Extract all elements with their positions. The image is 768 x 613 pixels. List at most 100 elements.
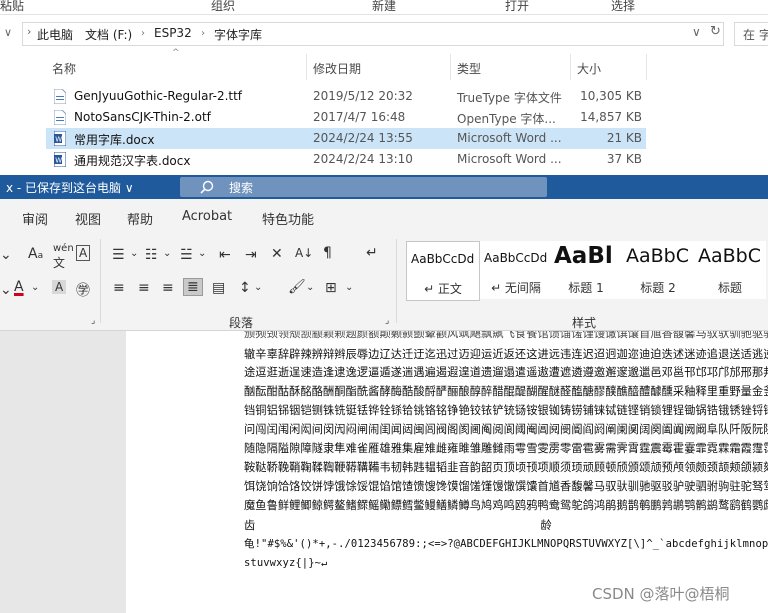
character-border-icon[interactable]: A: [76, 245, 91, 261]
ribbon-group-open[interactable]: 打开: [505, 0, 529, 14]
shading-icon[interactable]: 🖌: [288, 279, 306, 295]
dialog-launcher-icon[interactable]: ⌟: [385, 316, 389, 326]
style-sample: AaBbCcDd: [484, 251, 548, 265]
line-spacing-icon[interactable]: ↕: [239, 280, 251, 296]
dropdown-arrow-icon[interactable]: ⌄: [198, 248, 206, 259]
font-color-icon[interactable]: A: [14, 279, 24, 295]
ribbon-group-new[interactable]: 新建: [372, 0, 396, 14]
doc-text-line: 铛铜铝铞铟铠铡铢铣铤铥铧铨铩铪铫铬铭铮铯铰铱铲铳铴铵银铷铸铹铺铼铽链铿销锁锂锃锄…: [244, 404, 768, 417]
breadcrumb-this-pc[interactable]: 此电脑: [37, 26, 73, 43]
change-case-icon[interactable]: Aa: [28, 246, 43, 262]
tab-acrobat[interactable]: Acrobat: [182, 209, 232, 224]
file-row[interactable]: NotoSansCJK-Thin-2.otf 2017/4/7 16:48 Op…: [46, 107, 646, 128]
align-left-icon[interactable]: ≡: [113, 280, 125, 296]
tab-special-features[interactable]: 特色功能: [262, 209, 314, 228]
column-divider[interactable]: [646, 54, 647, 80]
bullets-icon[interactable]: ☰: [112, 247, 125, 263]
character-shading-icon[interactable]: A: [52, 280, 67, 294]
line-break-icon[interactable]: ↵: [366, 245, 378, 261]
style-heading-2[interactable]: AaBbC 标题 2: [622, 241, 694, 299]
address-bar[interactable]: › 此电脑 › 文档 (F:) › ESP32 › 字体字库 ∨ ↻: [22, 22, 724, 46]
column-divider[interactable]: [306, 54, 307, 80]
doc-text-line: 酗酝酣酤酥酩酪酬酮酯酰酱酵酶酷酸酹酽酾酿醇醉醋醌醍醐醒醚醛醢醣醪醭醮醯醴醵醺采釉…: [244, 385, 768, 398]
word-search-box[interactable]: 搜索: [180, 177, 547, 197]
doc-text-line: stuvwxyz{|}~↵: [244, 557, 328, 569]
file-row[interactable]: GenJyuuGothic-Regular-2.ttf 2019/5/12 20…: [46, 86, 646, 107]
doc-text-line: 鞍鞑鞒鞔鞘鞠鞣鞫鞭鞯鞲鞴韦韧韩韪韫韬韭音韵韶页顶顷顸项顺须顼顽顾顿颀颁颂颃预颅领…: [244, 461, 768, 474]
dropdown-arrow-icon[interactable]: ⌄: [345, 282, 353, 293]
document-margin-area: [0, 331, 126, 613]
refresh-icon[interactable]: ↻: [710, 24, 721, 39]
group-label-paragraph: 段落: [229, 316, 254, 330]
column-header-date[interactable]: 修改日期: [313, 60, 361, 82]
column-divider[interactable]: [570, 54, 571, 80]
multilevel-list-icon[interactable]: ☱: [180, 247, 193, 263]
file-type: Microsoft Word ...: [457, 152, 562, 166]
file-row[interactable]: W 通用规范汉字表.docx 2024/2/24 13:10 Microsoft…: [46, 149, 646, 170]
file-date: 2017/4/7 16:48: [313, 110, 406, 124]
borders-icon[interactable]: ⊞: [325, 280, 337, 296]
phonetic-guide-icon[interactable]: wén 文: [53, 243, 74, 271]
ribbon-group-organize[interactable]: 组织: [211, 0, 235, 14]
dropdown-arrow-icon[interactable]: ⌄: [31, 282, 39, 293]
style-name: ↵ 正文: [424, 282, 462, 296]
watermark-text: CSDN @落叶@梧桐: [592, 585, 730, 603]
tab-review[interactable]: 审阅: [22, 209, 48, 228]
svg-text:W: W: [55, 136, 62, 144]
file-type: OpenType 字体...: [457, 112, 556, 126]
numbering-icon[interactable]: ☷: [145, 247, 158, 263]
file-explorer-window: 粘贴 组织 新建 打开 选择 ∨ › 此电脑 › 文档 (F:) › ESP32…: [0, 0, 768, 175]
nav-dropdown-icon[interactable]: ∨: [4, 26, 12, 39]
show-hide-marks-icon[interactable]: ¶: [323, 245, 332, 261]
tab-help[interactable]: 帮助: [127, 209, 153, 228]
folder-search-box[interactable]: 在 字: [734, 22, 768, 46]
style-normal[interactable]: AaBbCcDd ↵ 正文: [406, 241, 480, 301]
chevron-right-icon[interactable]: ›: [201, 28, 205, 39]
file-size: 21 KB: [606, 131, 642, 145]
dropdown-arrow-icon[interactable]: ⌄: [0, 282, 12, 298]
chevron-right-icon[interactable]: ›: [141, 28, 145, 39]
column-header-type[interactable]: 类型: [457, 60, 481, 82]
word-doc-icon: W: [54, 152, 66, 167]
ribbon-group-select[interactable]: 选择: [611, 0, 635, 14]
dropdown-arrow-icon[interactable]: ⌄: [130, 248, 138, 259]
file-type: TrueType 字体文件: [457, 91, 562, 105]
doc-text-line: 魔鱼鲁鲜鲤鲫鲸鳄鳌鳍鳏鳐鳓鳔鳕鳖鳗鳝鳞鳟鸟鸠鸡鸣鸥鸦鸭鸯鸳鸵鸽鸿鹃鹅鹊鹌鹏鹑鹕鹗…: [244, 499, 768, 512]
align-right-icon[interactable]: ≡: [162, 280, 174, 296]
style-name: 标题 2: [640, 281, 676, 295]
file-name: GenJyuuGothic-Regular-2.ttf: [74, 89, 243, 103]
column-divider[interactable]: [450, 54, 451, 80]
dropdown-arrow-icon[interactable]: ⌄: [254, 282, 262, 293]
chevron-right-icon[interactable]: ›: [27, 25, 31, 38]
dialog-launcher-icon[interactable]: ⌟: [91, 316, 95, 326]
dropdown-arrow-icon[interactable]: ⌄: [0, 247, 12, 263]
tab-view[interactable]: 视图: [75, 209, 101, 228]
dropdown-arrow-icon[interactable]: ⌄: [306, 282, 314, 293]
justify-icon[interactable]: ≣: [183, 278, 203, 296]
file-row-selected[interactable]: W 常用字库.docx 2024/2/24 13:55 Microsoft Wo…: [46, 128, 646, 149]
document-title[interactable]: x - 已保存到这台电脑 ∨: [6, 179, 134, 196]
ribbon-group-paste[interactable]: 粘贴: [0, 0, 24, 14]
style-sample: AaBbC: [698, 245, 762, 267]
style-no-spacing[interactable]: AaBbCcDd ↵ 无间隔: [480, 241, 552, 299]
align-center-icon[interactable]: ≡: [138, 280, 150, 296]
style-heading-1[interactable]: AaBl 标题 1: [550, 241, 622, 299]
breadcrumb-drive-f[interactable]: 文档 (F:): [85, 26, 132, 43]
style-name: 标题 1: [568, 281, 604, 295]
word-doc-icon: W: [54, 131, 66, 146]
chinese-layout-icon[interactable]: ✕: [271, 246, 283, 262]
breadcrumb-font-folder[interactable]: 字体字库: [214, 26, 262, 43]
decrease-indent-icon[interactable]: ⇤: [219, 247, 231, 263]
style-title[interactable]: AaBbC 标题: [694, 241, 766, 299]
distributed-icon[interactable]: ▤: [212, 280, 225, 296]
doc-text-line: 随隐隔隘隙障隧隶隼难雀雁雄雅集雇雉雌雍雎雏雕雠雨雩雪雯雳零雷雹雾需霁霄霆震霉霍霎…: [244, 442, 768, 455]
column-header-name[interactable]: 名称: [52, 60, 76, 82]
doc-text-line: 齿 龄: [244, 519, 552, 532]
column-header-size[interactable]: 大小: [577, 60, 601, 82]
dropdown-arrow-icon[interactable]: ∨: [692, 25, 701, 39]
enclose-characters-icon[interactable]: ㊫: [76, 280, 90, 300]
breadcrumb-esp32[interactable]: ESP32: [154, 26, 192, 40]
increase-indent-icon[interactable]: ⇥: [245, 247, 257, 263]
sort-icon[interactable]: A↓: [295, 246, 313, 260]
dropdown-arrow-icon[interactable]: ⌄: [163, 248, 171, 259]
